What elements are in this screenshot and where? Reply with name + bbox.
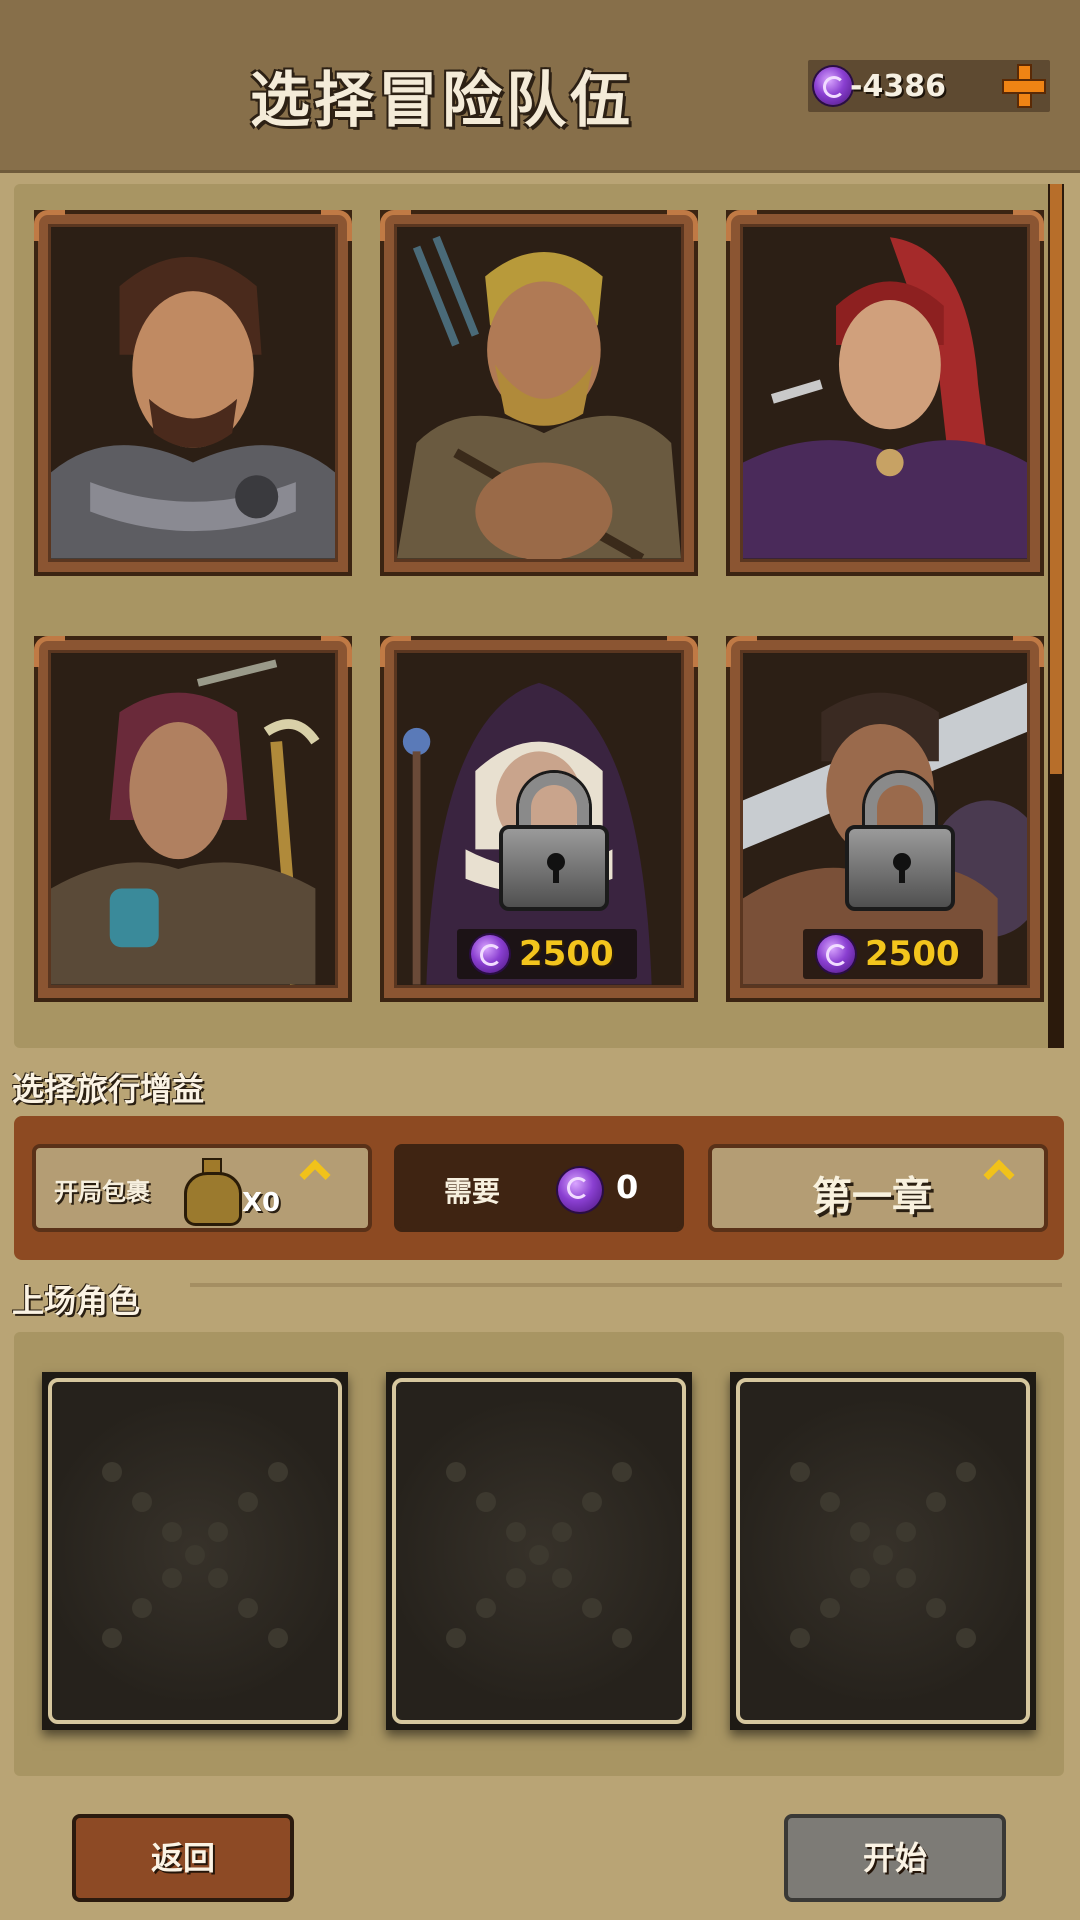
bearded-archer-portrait — [397, 227, 681, 559]
party-section-label: 上场角色 — [12, 1282, 141, 1320]
hero-portrait-frame — [394, 224, 684, 562]
lock-icon — [499, 773, 609, 913]
party-slot-1[interactable] — [42, 1372, 348, 1730]
hero-card-3[interactable] — [726, 210, 1044, 576]
feathered-shaman-portrait — [51, 653, 335, 985]
frame-corner — [726, 636, 757, 667]
start-button[interactable]: 开始 — [784, 1814, 1006, 1902]
empty-slot-icon — [790, 1462, 976, 1648]
chevron-up-icon — [982, 1158, 1020, 1180]
frame-corner — [321, 636, 352, 667]
unlock-price: 2500 — [803, 929, 983, 979]
cost-display: 需要 0 — [394, 1144, 684, 1232]
hero-card-5[interactable]: 2500 — [380, 636, 698, 1002]
frame-corner — [321, 210, 352, 241]
chapter-label: 第一章 — [812, 1174, 932, 1220]
roster-scrollbar[interactable] — [1048, 184, 1064, 1048]
red-haired-rogue-portrait — [743, 227, 1027, 559]
chapter-select-button[interactable]: 第一章 — [708, 1144, 1048, 1232]
hero-portrait-frame — [48, 224, 338, 562]
hero-portrait-frame: 2500 — [740, 650, 1030, 988]
empty-slot-frame — [392, 1378, 686, 1724]
frame-corner — [34, 636, 65, 667]
frame-corner — [1013, 636, 1044, 667]
hero-card-4[interactable] — [34, 636, 352, 1002]
hero-portrait-frame: 2500 — [394, 650, 684, 988]
buff-section-label: 选择旅行增益 — [12, 1070, 205, 1108]
add-currency-button[interactable] — [1004, 66, 1044, 106]
header: 选择冒险队伍 -4386 — [0, 0, 1080, 173]
scroll-thumb[interactable] — [1050, 184, 1062, 774]
empty-slot-icon — [102, 1462, 288, 1648]
hero-portrait-frame — [740, 224, 1030, 562]
pack-count: X0 — [242, 1188, 281, 1218]
currency-display: -4386 — [808, 60, 1050, 112]
buff-bar: 开局包裹 X0 需要 0 第一章 — [14, 1116, 1064, 1260]
lock-icon — [845, 773, 955, 913]
page-title: 选择冒险队伍 — [250, 66, 634, 136]
hero-card-1[interactable] — [34, 210, 352, 576]
price-value: 2500 — [519, 934, 614, 974]
section-divider — [190, 1283, 1062, 1287]
frame-corner — [34, 210, 65, 241]
frame-corner — [667, 210, 698, 241]
empty-slot-frame — [48, 1378, 342, 1724]
empty-slot-frame — [736, 1378, 1030, 1724]
empty-slot-icon — [446, 1462, 632, 1648]
frame-corner — [667, 636, 698, 667]
chevron-up-icon — [298, 1158, 336, 1180]
cost-label: 需要 — [444, 1175, 501, 1208]
gem-icon — [558, 1168, 602, 1212]
hero-card-6[interactable]: 2500 — [726, 636, 1044, 1002]
starting-pack-button[interactable]: 开局包裹 X0 — [32, 1144, 372, 1232]
gem-icon — [471, 935, 509, 973]
back-button[interactable]: 返回 — [72, 1814, 294, 1902]
hero-card-2[interactable] — [380, 210, 698, 576]
price-value: 2500 — [865, 934, 960, 974]
pack-label: 开局包裹 — [54, 1178, 150, 1206]
hero-portrait-frame — [48, 650, 338, 988]
frame-corner — [1013, 210, 1044, 241]
party-slot-2[interactable] — [386, 1372, 692, 1730]
bag-icon — [182, 1158, 242, 1226]
cost-value: 0 — [616, 1168, 639, 1206]
frame-corner — [380, 636, 411, 667]
gem-icon — [817, 935, 855, 973]
frame-corner — [380, 210, 411, 241]
party-slot-3[interactable] — [730, 1372, 1036, 1730]
gem-icon — [814, 67, 852, 105]
unlock-price: 2500 — [457, 929, 637, 979]
frame-corner — [726, 210, 757, 241]
currency-value: -4386 — [850, 69, 946, 104]
party-panel — [14, 1332, 1064, 1776]
armored-warrior-portrait — [51, 227, 335, 559]
